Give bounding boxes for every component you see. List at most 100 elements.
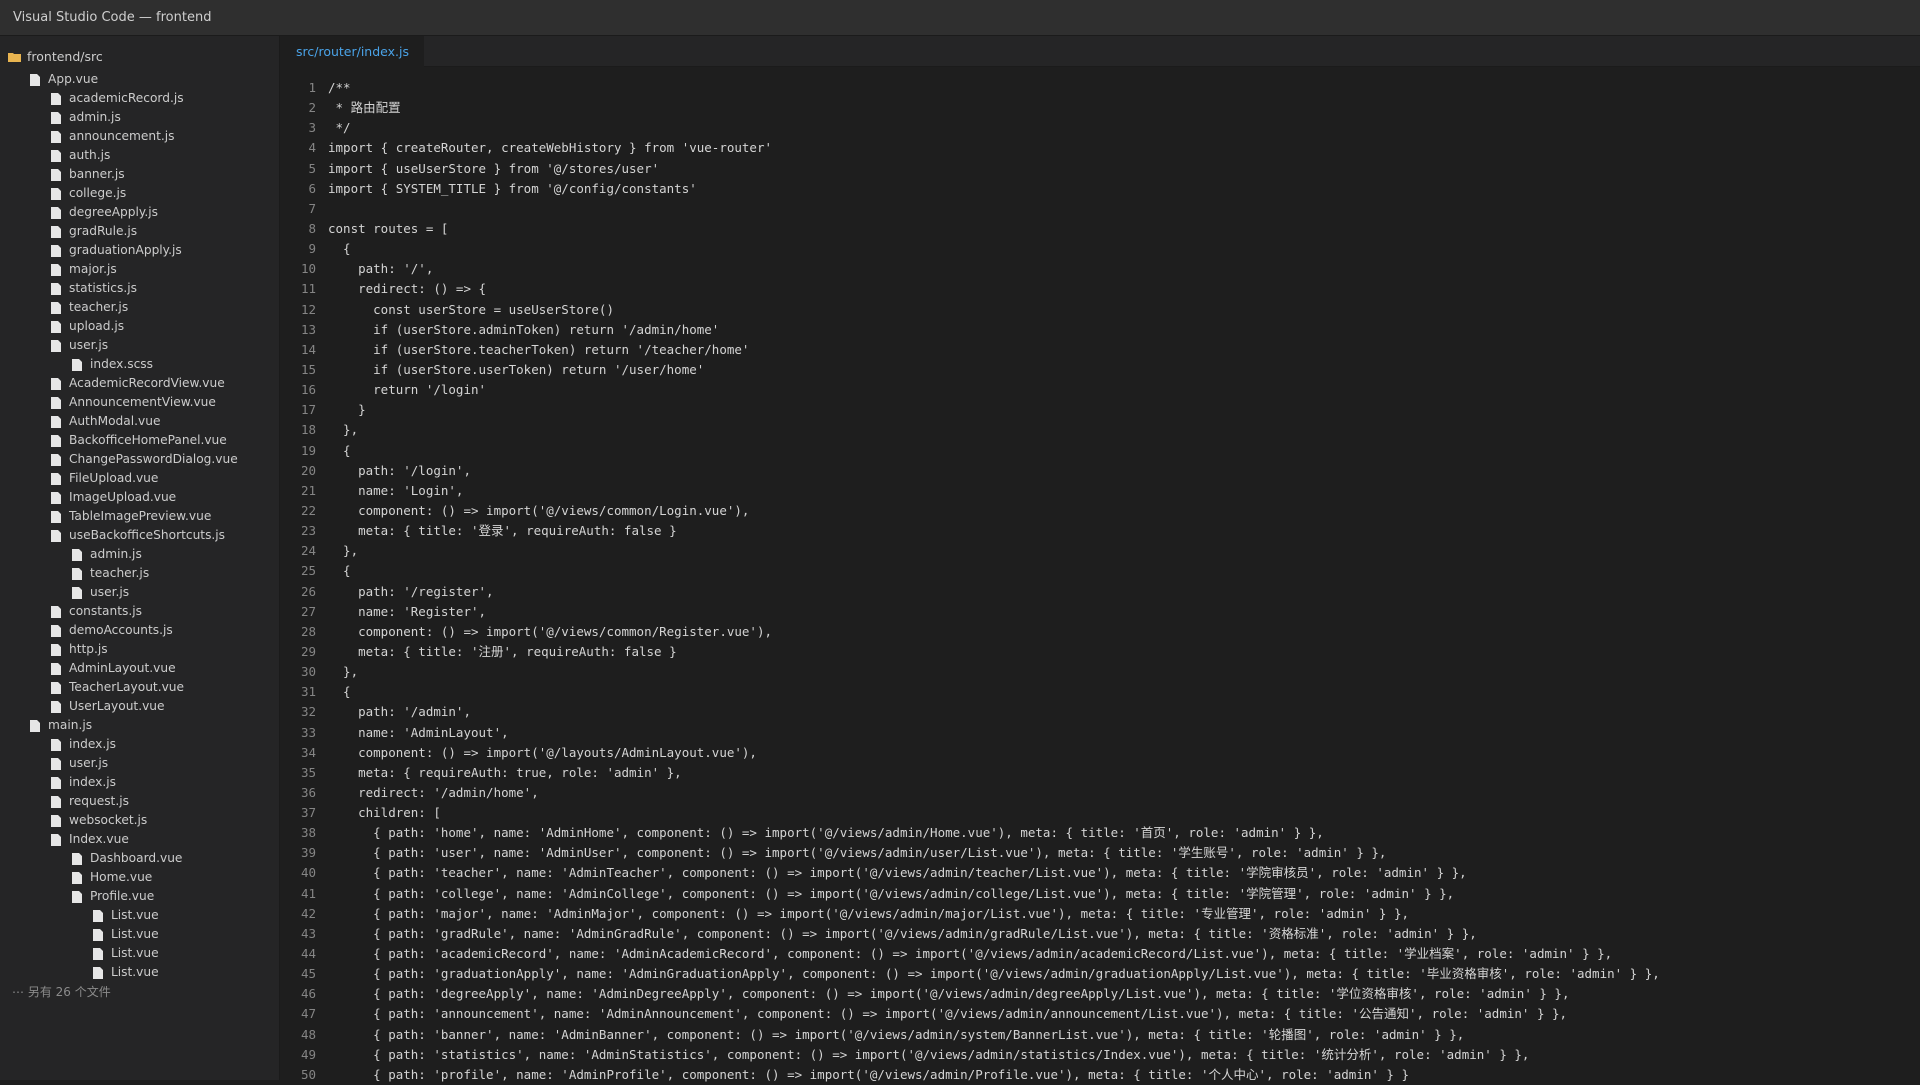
tree-item[interactable]: FileUpload.vue — [0, 469, 279, 488]
tree-item[interactable]: user.js — [0, 754, 279, 773]
line-number: 6 — [308, 180, 316, 196]
tree-item[interactable]: List.vue — [0, 963, 279, 982]
code-line: 19 { — [280, 441, 1920, 461]
line-text: path: '/', — [328, 261, 434, 277]
tree-item-label: main.js — [48, 718, 93, 732]
tree-item[interactable]: List.vue — [0, 925, 279, 944]
tree-item[interactable]: index.scss — [0, 355, 279, 374]
tree-item[interactable]: TeacherLayout.vue — [0, 678, 279, 697]
tree-item[interactable]: BackofficeHomePanel.vue — [0, 431, 279, 450]
tree-item[interactable]: useBackofficeShortcuts.js — [0, 526, 279, 545]
tree-item-label: App.vue — [48, 72, 99, 86]
tree-item-label: websocket.js — [69, 813, 148, 827]
line-text: path: '/register', — [328, 583, 494, 599]
tree-item[interactable]: Index.vue — [0, 830, 279, 849]
file-icon — [72, 358, 82, 371]
tree-item[interactable]: Dashboard.vue — [0, 849, 279, 868]
tree-item[interactable]: index.js — [0, 735, 279, 754]
code-line: 28 component: () => import('@/views/comm… — [280, 622, 1920, 642]
code-view[interactable]: 1/** 2 * 路由配置 3 */4 import { createRouter, … — [280, 78, 1920, 1085]
tree-item[interactable]: admin.js — [0, 545, 279, 564]
line-number: 5 — [308, 160, 316, 176]
file-icon — [51, 320, 61, 333]
tree-item[interactable]: List.vue — [0, 944, 279, 963]
tree-item[interactable]: auth.js — [0, 146, 279, 165]
tree-item[interactable]: statistics.js — [0, 279, 279, 298]
tree-item-label: Dashboard.vue — [90, 851, 183, 865]
tree-item[interactable]: index.js — [0, 773, 279, 792]
tree-item[interactable]: AuthModal.vue — [0, 412, 279, 431]
tree-item-label: user.js — [90, 585, 130, 599]
tab-router-index[interactable]: src/router/index.js — [280, 36, 424, 67]
tree-item[interactable]: major.js — [0, 260, 279, 279]
tree-item[interactable]: UserLayout.vue — [0, 697, 279, 716]
tree-item[interactable]: announcement.js — [0, 127, 279, 146]
line-text: { — [328, 684, 351, 700]
tree-item[interactable]: graduationApply.js — [0, 241, 279, 260]
tree-item[interactable]: degreeApply.js — [0, 203, 279, 222]
code-line: 45 { path: 'graduationApply', name: 'Adm… — [280, 964, 1920, 984]
line-text: children: [ — [328, 805, 441, 821]
code-line: 42 { path: 'major', name: 'AdminMajor', … — [280, 904, 1920, 924]
tree-item[interactable]: admin.js — [0, 108, 279, 127]
line-text: name: 'AdminLayout', — [328, 724, 509, 740]
tree-item[interactable]: user.js — [0, 336, 279, 355]
line-text: redirect: () => { — [328, 281, 487, 297]
tree-item[interactable]: http.js — [0, 640, 279, 659]
explorer-root-folder[interactable]: frontend/src — [8, 47, 103, 67]
tree-item-label: academicRecord.js — [69, 91, 184, 105]
file-icon — [30, 73, 40, 86]
tree-item-label: Profile.vue — [90, 889, 155, 903]
tree-item[interactable]: Profile.vue — [0, 887, 279, 906]
code-line: 41 { path: 'college', name: 'AdminColleg… — [280, 884, 1920, 904]
tree-item[interactable]: ChangePasswordDialog.vue — [0, 450, 279, 469]
tree-item[interactable]: request.js — [0, 792, 279, 811]
tree-item[interactable]: demoAccounts.js — [0, 621, 279, 640]
file-icon — [51, 206, 61, 219]
tree-item[interactable]: gradRule.js — [0, 222, 279, 241]
line-number: 34 — [300, 744, 316, 760]
tree-item[interactable]: banner.js — [0, 165, 279, 184]
tree-item[interactable]: teacher.js — [0, 298, 279, 317]
code-line: 31 { — [280, 682, 1920, 702]
tree-item[interactable]: upload.js — [0, 317, 279, 336]
file-icon — [51, 757, 61, 770]
code-line: 15 if (userStore.userToken) return '/use… — [280, 360, 1920, 380]
tree-item[interactable]: main.js — [0, 716, 279, 735]
tree-item[interactable]: college.js — [0, 184, 279, 203]
line-text: { — [328, 442, 351, 458]
tree-item-label: index.js — [69, 775, 116, 789]
tree-item[interactable]: websocket.js — [0, 811, 279, 830]
tree-item[interactable]: constants.js — [0, 602, 279, 621]
line-text: const routes = [ — [328, 220, 449, 236]
tree-item-label: announcement.js — [69, 129, 175, 143]
tree-item[interactable]: AnnouncementView.vue — [0, 393, 279, 412]
code-line: 10 path: '/', — [280, 259, 1920, 279]
file-icon — [51, 776, 61, 789]
line-text: if (userStore.userToken) return '/user/h… — [328, 361, 705, 377]
tree-item[interactable]: teacher.js — [0, 564, 279, 583]
tree-item[interactable]: AdminLayout.vue — [0, 659, 279, 678]
tree-item-label: http.js — [69, 642, 108, 656]
tree-item-label: Home.vue — [90, 870, 153, 884]
tree-item[interactable]: user.js — [0, 583, 279, 602]
code-line: 48 { path: 'banner', name: 'AdminBanner'… — [280, 1025, 1920, 1045]
line-text: { path: 'academicRecord', name: 'AdminAc… — [328, 946, 1613, 962]
tree-item[interactable]: App.vue — [0, 70, 279, 89]
tree-item-label: ChangePasswordDialog.vue — [69, 452, 238, 466]
line-number: 48 — [300, 1026, 316, 1042]
tree-item[interactable]: Home.vue — [0, 868, 279, 887]
tree-item[interactable]: academicRecord.js — [0, 89, 279, 108]
line-text: import { useUserStore } from '@/stores/u… — [328, 160, 660, 176]
code-line: 8 const routes = [ — [280, 219, 1920, 239]
tree-item[interactable]: List.vue — [0, 906, 279, 925]
tree-item[interactable]: AcademicRecordView.vue — [0, 374, 279, 393]
tree-item[interactable]: TableImagePreview.vue — [0, 507, 279, 526]
code-line: 35 meta: { requireAuth: true, role: 'adm… — [280, 763, 1920, 783]
line-number: 18 — [300, 422, 316, 438]
line-number: 10 — [300, 261, 316, 277]
tree-item-label: TeacherLayout.vue — [69, 680, 185, 694]
tree-item[interactable]: ImageUpload.vue — [0, 488, 279, 507]
code-line: 44 { path: 'academicRecord', name: 'Admi… — [280, 944, 1920, 964]
file-icon — [93, 928, 103, 941]
